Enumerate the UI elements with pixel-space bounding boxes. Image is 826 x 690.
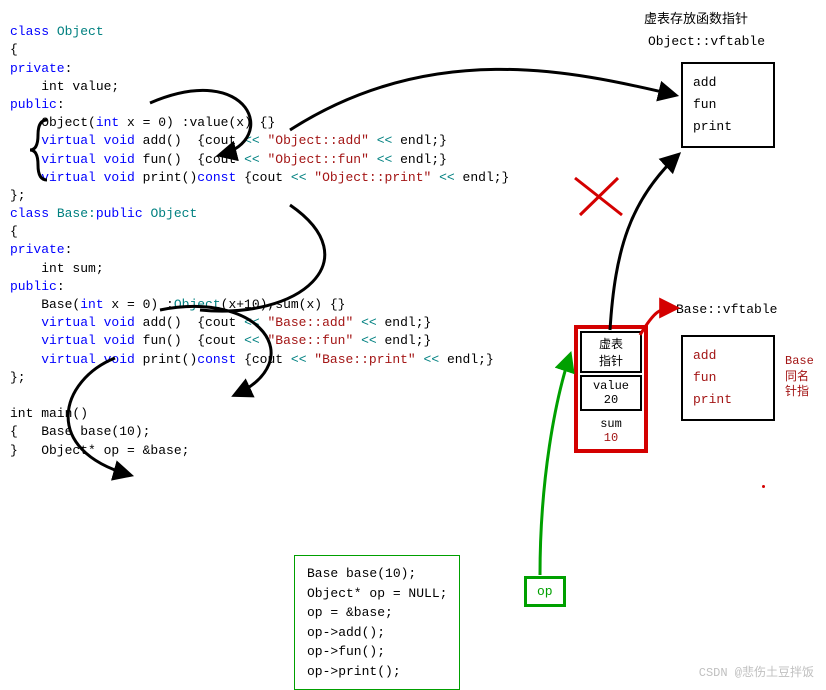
code-listing: class Object { private: int value; publi… xyxy=(10,5,509,460)
header-title-cn: 虚表存放函数指针 xyxy=(644,8,748,27)
base-vftable-label: Base::vftable xyxy=(676,302,777,317)
object-memory-layout: 虚表 指针 value20 sum10 xyxy=(574,325,648,453)
op-box: op xyxy=(524,576,566,607)
object-vftable-box: add fun print xyxy=(681,62,775,148)
base-vftable-box: add fun print xyxy=(681,335,775,421)
red-dot-icon xyxy=(762,485,765,488)
red-note: Base 同名 针指 xyxy=(785,354,814,401)
vftable-entry: fun xyxy=(693,94,763,116)
vftable-entry: print xyxy=(693,116,763,138)
vftable-entry: add xyxy=(693,345,763,367)
vptr-cell: 虚表 指针 xyxy=(580,331,642,373)
value-cell: value20 xyxy=(580,375,642,411)
watermark: CSDN @悲伤土豆拌饭 xyxy=(699,663,814,680)
sum-cell: sum10 xyxy=(580,413,642,447)
vftable-entry: add xyxy=(693,72,763,94)
vftable-entry: fun xyxy=(693,367,763,389)
object-vftable-label: Object::vftable xyxy=(648,34,765,49)
vftable-entry: print xyxy=(693,389,763,411)
main-code-box: Base base(10); Object* op = NULL; op = &… xyxy=(294,555,460,690)
